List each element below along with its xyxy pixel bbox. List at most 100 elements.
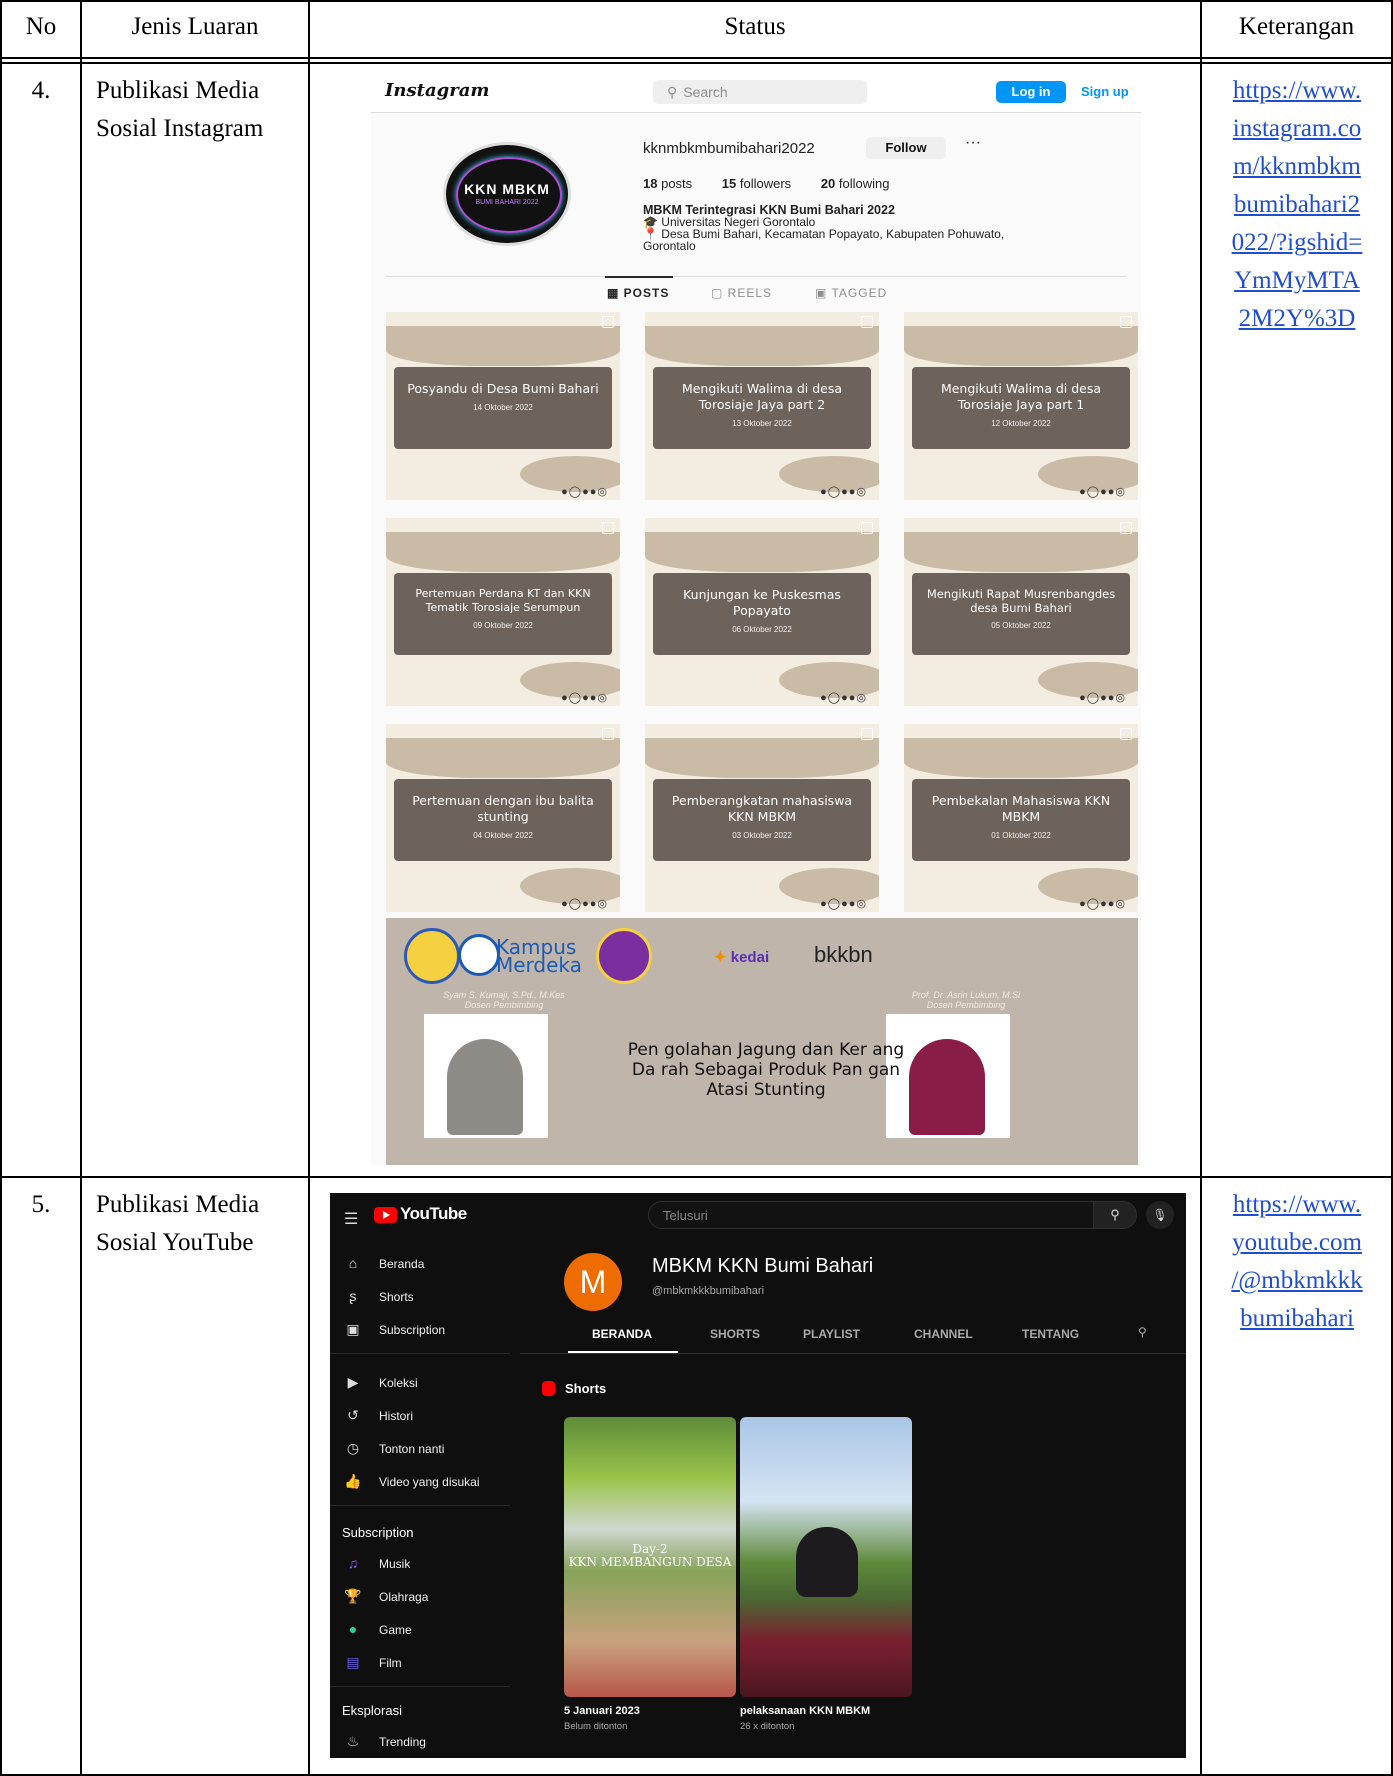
link-line[interactable]: bumibahari2: [1206, 186, 1388, 224]
sidebar-item-film[interactable]: ▤ Film: [344, 1654, 401, 1671]
header-no: No: [25, 13, 57, 40]
tab-channel[interactable]: CHANNEL: [914, 1327, 973, 1341]
microphone-icon[interactable]: 🎙: [1146, 1201, 1174, 1229]
post-tile[interactable]: Posyandu di Desa Bumi Bahari 14 Oktober 2…: [386, 312, 620, 500]
post-tile[interactable]: Kunjungan ke Puskesmas Popayato 06 Oktobe…: [645, 518, 879, 706]
post-tile[interactable]: Mengikuti Walima di desa Torosiaje Jaya …: [645, 312, 879, 500]
sidebar-item-subscription[interactable]: ▣ Subscription: [344, 1321, 445, 1338]
link-line[interactable]: 022/?igshid=: [1206, 224, 1388, 262]
short-thumbnail[interactable]: [740, 1417, 912, 1697]
login-button[interactable]: Log in: [996, 81, 1066, 103]
youtube-wordmark[interactable]: YouTube: [400, 1204, 467, 1224]
sidebar-item-musik[interactable]: ♫ Musik: [344, 1555, 411, 1571]
more-options-icon[interactable]: ···: [965, 134, 981, 152]
search-input[interactable]: ⚲ Search: [653, 80, 867, 104]
tab-tagged[interactable]: ▣ TAGGED: [815, 286, 887, 300]
link-line[interactable]: youtube.com: [1206, 1224, 1388, 1262]
sidebar-item-koleksi[interactable]: ▶ Koleksi: [344, 1374, 418, 1391]
link-line[interactable]: https://www.: [1206, 1186, 1388, 1224]
sidebar-section-eksplorasi: Eksplorasi: [342, 1703, 402, 1718]
sidebar-item-beranda[interactable]: ⌂ Beranda: [344, 1255, 425, 1271]
hamburger-menu-icon[interactable]: ☰: [344, 1209, 358, 1229]
sidebar-item-histori[interactable]: ↺ Histori: [344, 1407, 413, 1424]
link-line[interactable]: 2M2Y%3D: [1206, 300, 1388, 338]
link-line[interactable]: YmMyMTA: [1206, 262, 1388, 300]
tab-reels[interactable]: ▢ REELS: [711, 286, 772, 300]
output-type-line: Publikasi Media: [96, 1191, 260, 1218]
search-button[interactable]: ⚲: [1093, 1201, 1137, 1229]
shorts-section-title: Shorts: [542, 1381, 606, 1396]
post-title: Pembekalan Mahasiswa KKN MBKM: [931, 793, 1111, 824]
short-thumbnail[interactable]: Day-2 KKN MEMBANGUN DESA: [564, 1417, 736, 1697]
kampus-merdeka-logo: Kampus Merdeka: [496, 935, 582, 977]
instagram-link[interactable]: https://www. instagram.co m/kknmbkm bumi…: [1206, 72, 1388, 338]
post-tile[interactable]: Mengikuti Walima di desa Torosiaje Jaya …: [904, 312, 1138, 500]
divider: [330, 1686, 510, 1687]
post-card: Pertemuan Perdana KT dan KKN Tematik Tor…: [394, 573, 612, 655]
post-tile[interactable]: Pemberangkatan mahasiswa KKN MBKM 03 Okto…: [645, 724, 879, 912]
post-title: Pemberangkatan mahasiswa KKN MBKM: [671, 793, 853, 824]
post-decoration: [904, 326, 1138, 366]
search-icon: ⚲: [667, 84, 678, 100]
tab-tentang[interactable]: TENTANG: [1022, 1327, 1079, 1341]
short-title[interactable]: 5 Januari 2023: [564, 1705, 640, 1717]
link-line[interactable]: bumibahari: [1206, 1300, 1388, 1338]
sidebar-item-tonton-nanti[interactable]: ◷ Tonton nanti: [344, 1440, 445, 1457]
tab-posts[interactable]: ▦ POSTS: [607, 286, 669, 300]
follow-button[interactable]: Follow: [866, 137, 946, 159]
youtube-logo-icon[interactable]: [374, 1207, 397, 1223]
tab-playlist[interactable]: PLAYLIST: [803, 1327, 860, 1341]
row-number: 5.: [31, 1191, 51, 1218]
post-decoration: ●◯●●◎: [820, 486, 867, 498]
sidebar-item-game[interactable]: ● Game: [344, 1621, 412, 1637]
link-line[interactable]: https://www.: [1206, 72, 1388, 110]
thumbs-up-icon: 👍: [344, 1473, 362, 1489]
post-tile-wide[interactable]: Kampus Merdeka ✦ kedai bkkbn Syam S. Kuma…: [386, 918, 1138, 1165]
following-count[interactable]: 20 following: [821, 176, 890, 191]
sidebar-item-shorts[interactable]: ʂ Shorts: [344, 1288, 414, 1304]
carousel-icon: [1120, 316, 1132, 328]
posts-count: 18 posts: [643, 176, 693, 191]
youtube-link[interactable]: https://www. youtube.com /@mbkmkkk bumib…: [1206, 1186, 1388, 1338]
post-decoration: [904, 738, 1138, 778]
link-line[interactable]: instagram.co: [1206, 110, 1388, 148]
followers-count[interactable]: 15 followers: [722, 176, 791, 191]
carousel-icon: [602, 728, 614, 740]
post-decoration: [645, 326, 879, 366]
post-card: Mengikuti Walima di desa Torosiaje Jaya …: [653, 367, 871, 449]
instagram-logo[interactable]: Instagram: [385, 80, 489, 101]
channel-name: MBKM KKN Bumi Bahari: [652, 1255, 874, 1277]
sidebar-item-trending[interactable]: ♨ Trending: [344, 1733, 426, 1750]
bio-line: Gorontalo: [643, 239, 696, 253]
link-line[interactable]: /@mbkmkkk: [1206, 1262, 1388, 1300]
post-tile[interactable]: Mengikuti Rapat Musrenbangdes desa Bumi …: [904, 518, 1138, 706]
sidebar-item-video-disukai[interactable]: 👍 Video yang disukai: [344, 1473, 479, 1490]
post-tile[interactable]: Pertemuan dengan ibu balita stunting 04 O…: [386, 724, 620, 912]
signup-link[interactable]: Sign up: [1081, 81, 1129, 103]
carousel-icon: [1120, 522, 1132, 534]
link-line[interactable]: m/kknmbkm: [1206, 148, 1388, 186]
short-views: Belum ditonton: [564, 1721, 628, 1732]
search-input[interactable]: Telusuri: [648, 1201, 1094, 1229]
carousel-icon: [602, 316, 614, 328]
short-title[interactable]: pelaksanaan KKN MBKM: [740, 1705, 870, 1717]
channel-search-icon[interactable]: ⚲: [1138, 1325, 1147, 1339]
tab-shorts[interactable]: SHORTS: [710, 1327, 760, 1341]
avatar[interactable]: KKN MBKM BUMI BAHARI 2022: [443, 142, 571, 246]
post-tile[interactable]: Pertemuan Perdana KT dan KKN Tematik Tor…: [386, 518, 620, 706]
post-decoration: [386, 326, 620, 366]
channel-avatar[interactable]: M: [564, 1253, 622, 1311]
header-jenis-luaran: Jenis Luaran: [131, 13, 259, 40]
header-keterangan: Keterangan: [1238, 13, 1355, 40]
supervisor-caption: Syam S. Kumaji, S.Pd., M.Kes Dosen Pembim…: [443, 990, 565, 1010]
post-tile[interactable]: Pembekalan Mahasiswa KKN MBKM 01 Oktober …: [904, 724, 1138, 912]
active-tab-indicator: [605, 276, 673, 278]
post-title: Pertemuan dengan ibu balita stunting: [412, 793, 594, 824]
search-placeholder: Search: [683, 84, 728, 100]
tab-beranda[interactable]: BERANDA: [592, 1327, 652, 1341]
sidebar-item-olahraga[interactable]: 🏆 Olahraga: [344, 1588, 428, 1605]
carousel-icon: [861, 522, 873, 534]
table-border: [80, 0, 82, 1776]
shorts-icon: ʂ: [349, 1288, 357, 1304]
person-figure: [796, 1527, 858, 1597]
